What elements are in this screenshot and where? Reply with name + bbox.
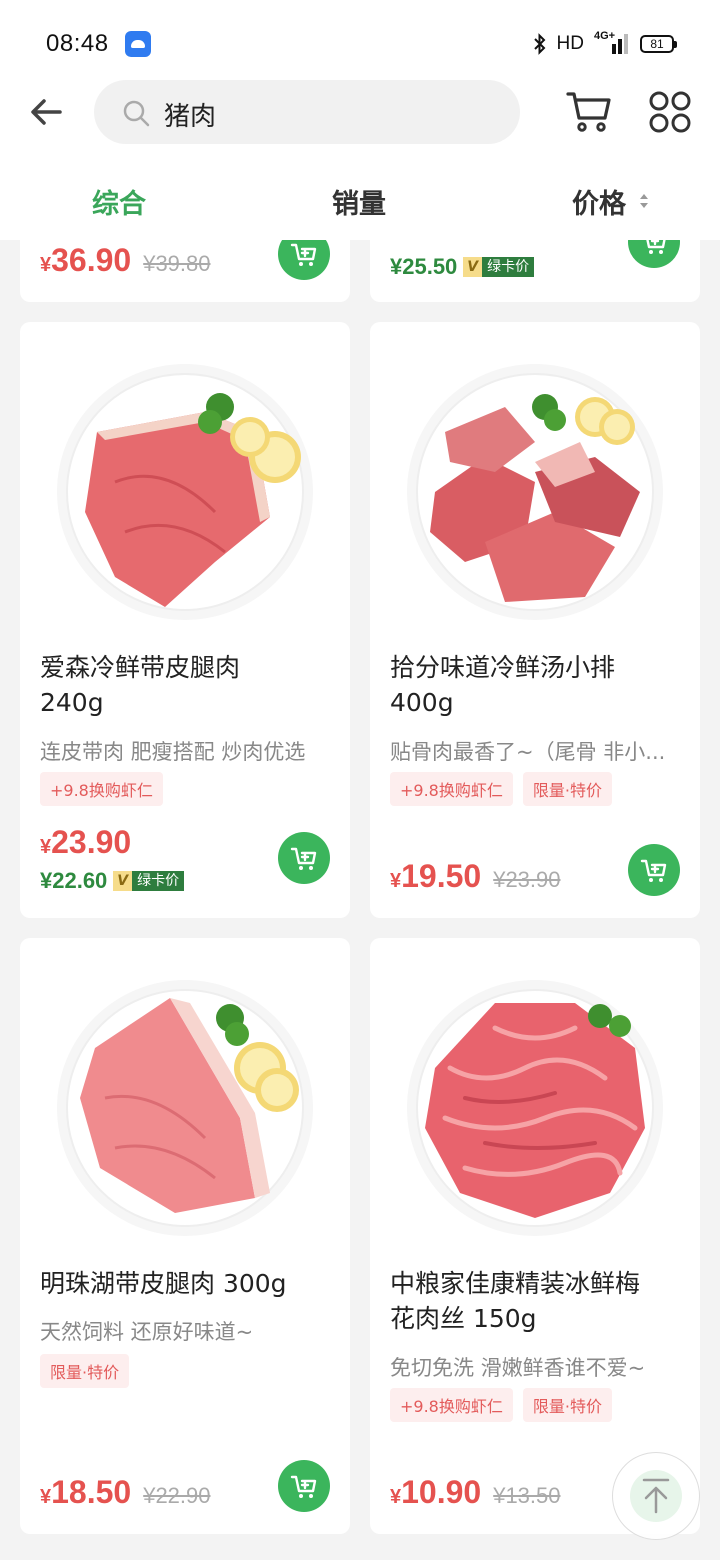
product-tag: 限量·特价: [522, 772, 612, 806]
product-old-price: ¥22.90: [143, 1483, 211, 1508]
status-icons: HD 4G+ 81: [533, 30, 677, 58]
product-card-partial-left[interactable]: ¥36.90 ¥39.80: [20, 240, 350, 302]
battery-icon: 81: [640, 35, 677, 53]
product-subtitle: 连皮带肉 肥瘦搭配 炒肉优选: [40, 740, 306, 764]
product-image-pork-leg-skin: [57, 980, 313, 1236]
search-icon: [123, 100, 150, 127]
tab-comprehensive[interactable]: 综合: [92, 182, 146, 221]
add-to-cart-button[interactable]: [278, 832, 330, 884]
battery-level: 81: [650, 37, 664, 51]
member-badge: V 绿卡价: [463, 257, 535, 277]
product-title: 中粮家佳康精装冰鲜梅 花肉丝 150g: [390, 1269, 641, 1333]
back-to-top-button[interactable]: [612, 1452, 700, 1540]
tab-sales[interactable]: 销量: [332, 182, 386, 221]
add-to-cart-button[interactable]: [278, 240, 330, 280]
product-tags: +9.8换购虾仁: [40, 772, 163, 806]
search-query: 猪肉: [164, 102, 217, 132]
status-time: 08:48: [46, 30, 109, 57]
product-image-pork-leg: [57, 364, 313, 620]
product-title: 爱森冷鲜带皮腿肉 240g: [40, 653, 241, 717]
tab-price[interactable]: 价格: [572, 182, 626, 221]
member-price: ¥25.50: [390, 254, 458, 279]
cart-icon[interactable]: [566, 90, 612, 134]
member-badge: V 绿卡价: [113, 871, 185, 891]
member-price: ¥22.60: [40, 868, 108, 893]
product-subtitle: 免切免洗 滑嫩鲜香谁不爱~: [390, 1356, 646, 1380]
product-title: 拾分味道冷鲜汤小排 400g: [390, 653, 616, 717]
signal-gen-label: 4G+: [594, 30, 616, 42]
add-to-cart-button[interactable]: [278, 1460, 330, 1512]
signal-icon: 4G+: [594, 30, 630, 56]
product-price: ¥23.90: [40, 824, 132, 860]
add-cart-icon: [646, 240, 666, 254]
add-cart-icon: [290, 243, 317, 266]
product-price: ¥36.90: [40, 242, 132, 278]
add-cart-icon: [290, 847, 317, 870]
product-tags: +9.8换购虾仁 限量·特价: [390, 1388, 612, 1422]
product-price: ¥10.90: [390, 1474, 482, 1510]
product-tag: 限量·特价: [522, 1388, 612, 1422]
product-card[interactable]: 爱森冷鲜带皮腿肉 240g 连皮带肉 肥瘦搭配 炒肉优选 +9.8换购虾仁 ¥2…: [20, 322, 350, 918]
product-card[interactable]: 拾分味道冷鲜汤小排 400g 贴骨肉最香了~（尾骨 非小... +9.8换购虾仁…: [370, 322, 700, 918]
product-image-spare-ribs: [407, 364, 663, 620]
add-cart-icon: [290, 1475, 317, 1498]
product-card[interactable]: 中粮家佳康精装冰鲜梅 花肉丝 150g 免切免洗 滑嫩鲜香谁不爱~ +9.8换购…: [370, 938, 700, 1534]
product-old-price: ¥13.50: [493, 1483, 561, 1508]
product-old-price: ¥23.90: [493, 867, 561, 892]
product-price: ¥19.50: [390, 858, 482, 894]
notification-app-icon: [125, 31, 151, 57]
sort-tabs: 综合 销量 价格: [0, 160, 720, 240]
back-arrow-icon[interactable]: [26, 92, 66, 132]
network-hd-label: HD: [556, 33, 584, 54]
back-to-top-inner: [630, 1470, 682, 1522]
product-tags: +9.8换购虾仁 限量·特价: [390, 772, 612, 806]
product-tag: +9.8换购虾仁: [40, 772, 163, 806]
product-tag: 限量·特价: [40, 1354, 130, 1388]
product-tag: +9.8换购虾仁: [390, 1388, 513, 1422]
product-title: 明珠湖带皮腿肉 300g: [40, 1269, 287, 1298]
product-tag: +9.8换购虾仁: [390, 772, 513, 806]
product-subtitle: 天然饲料 还原好味道~: [40, 1320, 254, 1344]
sort-arrows-icon[interactable]: [638, 192, 650, 210]
status-bar: 08:48 HD 4G+ 81: [0, 0, 720, 80]
search-input[interactable]: 猪肉: [94, 80, 520, 144]
search-header: 猪肉: [0, 80, 720, 160]
product-old-price: ¥39.80: [143, 251, 211, 276]
product-card-partial-right[interactable]: ¥25.50 V 绿卡价: [370, 240, 700, 302]
product-card[interactable]: 明珠湖带皮腿肉 300g 天然饲料 还原好味道~ 限量·特价 ¥18.50 ¥2…: [20, 938, 350, 1534]
product-tags: 限量·特价: [40, 1354, 130, 1388]
add-to-cart-button[interactable]: [628, 844, 680, 896]
add-cart-icon: [640, 859, 667, 882]
product-price: ¥18.50: [40, 1474, 132, 1510]
grid-menu-icon[interactable]: [648, 90, 692, 134]
bluetooth-icon: [533, 33, 545, 55]
back-to-top-icon: [642, 1478, 670, 1514]
product-image-shredded-pork: [407, 980, 663, 1236]
product-subtitle: 贴骨肉最香了~（尾骨 非小...: [390, 740, 666, 764]
add-to-cart-button[interactable]: [628, 240, 680, 268]
